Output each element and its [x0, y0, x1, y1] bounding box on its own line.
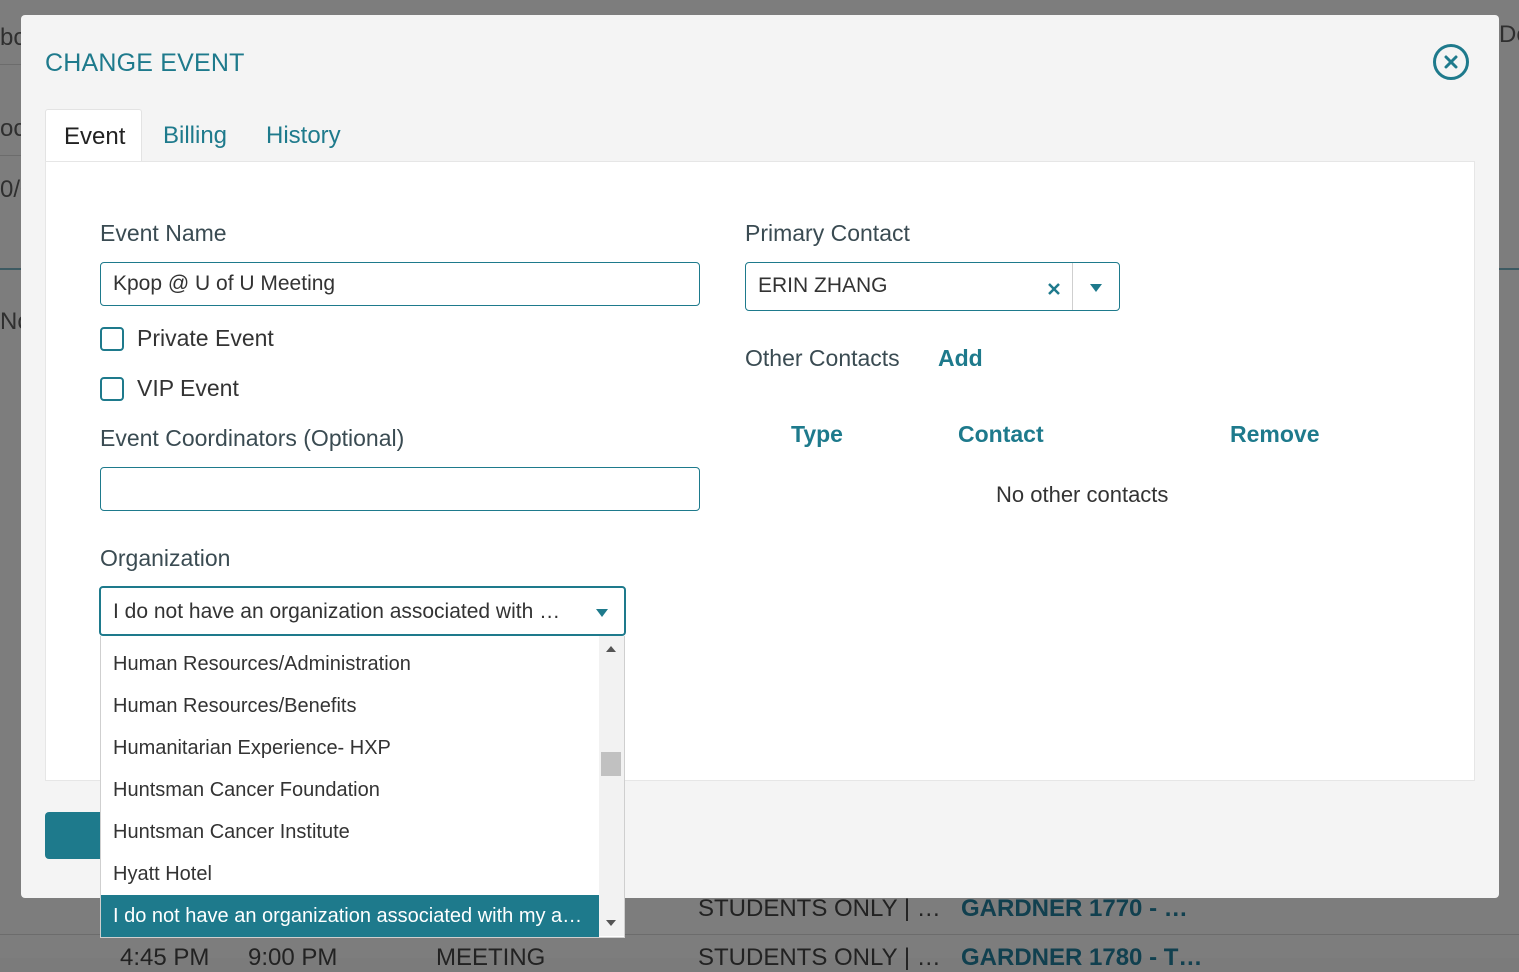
private-event-checkbox[interactable]	[100, 327, 124, 351]
coordinators-label: Event Coordinators (Optional)	[100, 425, 405, 451]
primary-contact-label: Primary Contact	[745, 220, 910, 246]
clear-x-icon[interactable]	[1047, 282, 1061, 296]
bg-row-link[interactable]: GARDNER 1770 - …	[961, 895, 1188, 923]
list-item[interactable]: Human Resources/Administration	[101, 643, 599, 685]
list-item[interactable]: Huntsman Cancer Institute	[101, 811, 599, 853]
tab-history[interactable]: History	[266, 109, 341, 162]
bg-row-cell: STUDENTS ONLY | …	[698, 944, 941, 971]
tab-billing[interactable]: Billing	[163, 109, 227, 162]
list-item[interactable]: Huntsman Cancer Foundation	[101, 769, 599, 811]
list-item[interactable]: Human Resources/Benefits	[101, 685, 599, 727]
bg-row-cell: STUDENTS ONLY | …	[698, 895, 941, 922]
modal-title: CHANGE EVENT	[45, 49, 245, 77]
scroll-down-icon[interactable]	[606, 920, 616, 926]
list-item-selected[interactable]: I do not have an organization associated…	[101, 895, 599, 937]
organization-dropdown-list: Human Resources/Administration Human Res…	[100, 636, 625, 938]
bg-row-cell: 4:45 PM	[120, 944, 210, 971]
close-button[interactable]	[1433, 44, 1469, 80]
tab-event[interactable]: Event	[45, 109, 142, 162]
empty-contacts-message: No other contacts	[996, 482, 1169, 507]
event-name-input[interactable]	[100, 262, 700, 306]
primary-contact-select[interactable]: ERIN ZHANG	[745, 262, 1120, 311]
list-item[interactable]: Humanitarian Experience- HXP	[101, 727, 599, 769]
column-header-type: Type	[791, 421, 843, 447]
event-name-label: Event Name	[100, 220, 227, 246]
coordinators-input[interactable]	[100, 467, 700, 511]
vip-event-label: VIP Event	[137, 375, 239, 401]
organization-select[interactable]: I do not have an organization associated…	[99, 586, 626, 636]
chevron-down-icon	[596, 609, 608, 617]
bg-divider	[0, 64, 21, 65]
bg-fragment: De	[1499, 21, 1519, 48]
other-contacts-label: Other Contacts	[745, 345, 900, 371]
dropdown-scrollbar[interactable]	[599, 636, 624, 936]
bg-divider	[0, 268, 21, 270]
organization-selected-value: I do not have an organization associated…	[113, 600, 563, 623]
bg-row-link[interactable]: GARDNER 1780 - T…	[961, 944, 1202, 972]
organization-label: Organization	[100, 545, 231, 571]
list-item[interactable]: Hyatt Hotel	[101, 853, 599, 895]
chevron-down-icon[interactable]	[1090, 284, 1102, 292]
bg-divider	[1499, 268, 1519, 270]
add-contact-link[interactable]: Add	[938, 345, 983, 372]
column-header-contact: Contact	[958, 421, 1044, 447]
close-circle-icon	[1444, 55, 1458, 69]
scroll-thumb[interactable]	[601, 752, 621, 776]
bg-row-cell: 9:00 PM	[248, 944, 338, 971]
select-divider	[1072, 263, 1073, 310]
bg-divider	[0, 155, 21, 156]
bg-row-cell: MEETING	[436, 944, 546, 971]
column-header-remove: Remove	[1230, 421, 1320, 447]
vip-event-checkbox[interactable]	[100, 377, 124, 401]
private-event-label: Private Event	[137, 325, 274, 351]
primary-contact-value: ERIN ZHANG	[758, 274, 888, 297]
scroll-up-icon[interactable]	[606, 646, 616, 652]
